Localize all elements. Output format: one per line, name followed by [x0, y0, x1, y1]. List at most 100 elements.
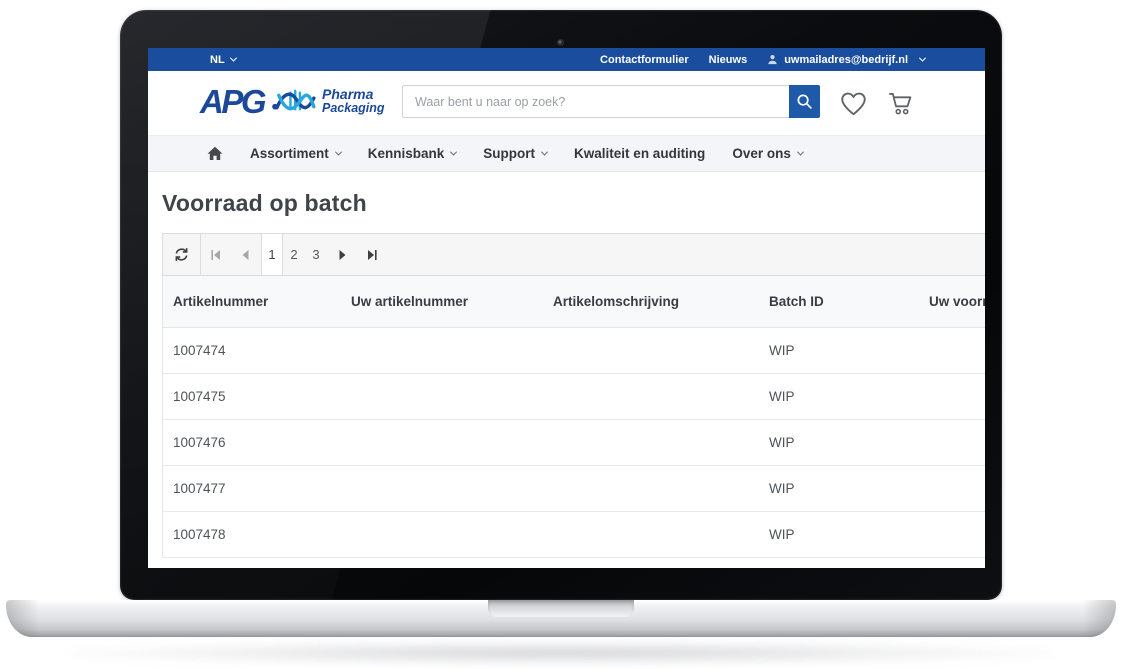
prev-page-icon [240, 249, 252, 261]
first-page-icon [210, 249, 222, 261]
batch-stock-grid: Artikelnummer Uw artikelnummer Artikelom… [162, 276, 985, 558]
topbar-links: Contactformulier Nieuws uwmailadres@bedr… [600, 54, 925, 66]
cell-uw-voorraad [919, 328, 985, 373]
cell-artikelnummer: 1007478 [163, 512, 341, 557]
nav-item-assortiment[interactable]: Assortiment [250, 146, 341, 161]
page-content: Voorraad op batch [148, 172, 985, 568]
next-page-icon [336, 249, 348, 261]
first-page-button[interactable] [201, 234, 231, 275]
chevron-down-icon [230, 55, 237, 62]
cell-uw-voorraad [919, 512, 985, 557]
search-input[interactable] [402, 85, 789, 118]
cell-batch-id: WIP [759, 466, 919, 511]
column-header-artikelomschrijving: Artikelomschrijving [543, 276, 759, 327]
page-title: Voorraad op batch [162, 190, 367, 217]
top-utility-bar: NL Contactformulier Nieuws uwmailadres@b… [148, 48, 985, 71]
cell-artikelnummer: 1007474 [163, 328, 341, 373]
chevron-down-icon [541, 149, 548, 156]
nav-item-kennisbank[interactable]: Kennisbank [368, 146, 457, 161]
nav-item-label: Over ons [732, 146, 791, 161]
nav-item-label: Kwaliteit en auditing [574, 146, 705, 161]
search-bar [402, 85, 820, 118]
cell-batch-id: WIP [759, 420, 919, 465]
table-row: 1007477 WIP [163, 466, 985, 512]
chevron-down-icon [919, 55, 926, 62]
chevron-down-icon [335, 149, 342, 156]
cell-uw-voorraad [919, 420, 985, 465]
webcam-dot [557, 39, 564, 46]
grid-pager-toolbar: 1 2 3 [162, 233, 985, 276]
laptop-base-notch [488, 600, 634, 617]
nav-item-support[interactable]: Support [483, 146, 547, 161]
column-header-uw-artikelnummer: Uw artikelnummer [341, 276, 543, 327]
nav-item-label: Support [483, 146, 535, 161]
nav-item-label: Kennisbank [368, 146, 445, 161]
prev-page-button[interactable] [231, 234, 261, 275]
cell-batch-id: WIP [759, 328, 919, 373]
last-page-icon [366, 249, 378, 261]
user-icon [767, 54, 778, 65]
nav-home[interactable] [207, 146, 223, 161]
cell-uw-artikelnummer [341, 512, 543, 557]
cell-batch-id: WIP [759, 512, 919, 557]
cell-artikelnummer: 1007477 [163, 466, 341, 511]
column-header-batch-id: Batch ID [759, 276, 919, 327]
laptop-lid: NL Contactformulier Nieuws uwmailadres@b… [120, 10, 1002, 600]
table-row: 1007474 WIP [163, 328, 985, 374]
logo-tagline: Pharma Packaging [322, 87, 385, 115]
cell-artikelomschrijving [543, 466, 759, 511]
table-row: 1007476 WIP [163, 420, 985, 466]
main-navigation: Assortiment Kennisbank Support Kwaliteit… [148, 135, 985, 172]
nav-item-label: Assortiment [250, 146, 329, 161]
table-header-row: Artikelnummer Uw artikelnummer Artikelom… [163, 276, 985, 328]
page-button-1[interactable]: 1 [261, 234, 283, 275]
logo-brand-text: APG [200, 85, 264, 118]
cart-button[interactable] [885, 88, 915, 118]
last-page-button[interactable] [357, 234, 387, 275]
cell-uw-artikelnummer [341, 328, 543, 373]
refresh-icon [174, 247, 189, 262]
company-logo[interactable]: APG Pharma Packaging [200, 83, 385, 119]
next-page-button[interactable] [327, 234, 357, 275]
cell-uw-artikelnummer [341, 374, 543, 419]
column-header-artikelnummer: Artikelnummer [163, 276, 341, 327]
wishlist-button[interactable] [838, 88, 868, 118]
cell-uw-artikelnummer [341, 420, 543, 465]
dna-helix-icon [270, 83, 316, 119]
page-button-3[interactable]: 3 [305, 234, 327, 275]
table-row: 1007478 WIP [163, 512, 985, 558]
site-header: APG Pharma Packaging [148, 71, 985, 135]
cell-batch-id: WIP [759, 374, 919, 419]
page-button-2[interactable]: 2 [283, 234, 305, 275]
chevron-down-icon [450, 149, 457, 156]
cell-uw-voorraad [919, 374, 985, 419]
search-button[interactable] [789, 85, 820, 118]
refresh-button[interactable] [163, 234, 201, 275]
contact-link[interactable]: Contactformulier [600, 54, 689, 66]
logo-tagline-line1: Pharma [322, 87, 385, 102]
cell-artikelomschrijving [543, 374, 759, 419]
column-header-uw-voorraad: Uw voorraad [919, 276, 985, 327]
home-icon [207, 146, 223, 161]
chevron-down-icon [797, 149, 804, 156]
account-menu[interactable]: uwmailadres@bedrijf.nl [767, 54, 925, 66]
search-icon [796, 93, 813, 110]
logo-tagline-line2: Packaging [322, 102, 385, 115]
nav-item-kwaliteit[interactable]: Kwaliteit en auditing [574, 146, 705, 161]
heart-icon [840, 91, 867, 116]
cell-artikelomschrijving [543, 420, 759, 465]
cell-artikelomschrijving [543, 328, 759, 373]
laptop-mockup-scene: NL Contactformulier Nieuws uwmailadres@b… [0, 0, 1122, 669]
laptop-screen: NL Contactformulier Nieuws uwmailadres@b… [148, 48, 985, 568]
laptop-base [6, 600, 1116, 637]
cell-artikelnummer: 1007476 [163, 420, 341, 465]
cell-artikelomschrijving [543, 512, 759, 557]
cell-uw-artikelnummer [341, 466, 543, 511]
language-selector[interactable]: NL [210, 54, 236, 66]
cart-icon [887, 91, 914, 116]
cell-uw-voorraad [919, 466, 985, 511]
account-email: uwmailadres@bedrijf.nl [784, 54, 908, 66]
nav-item-over-ons[interactable]: Over ons [732, 146, 803, 161]
news-link[interactable]: Nieuws [709, 54, 748, 66]
table-row: 1007475 WIP [163, 374, 985, 420]
